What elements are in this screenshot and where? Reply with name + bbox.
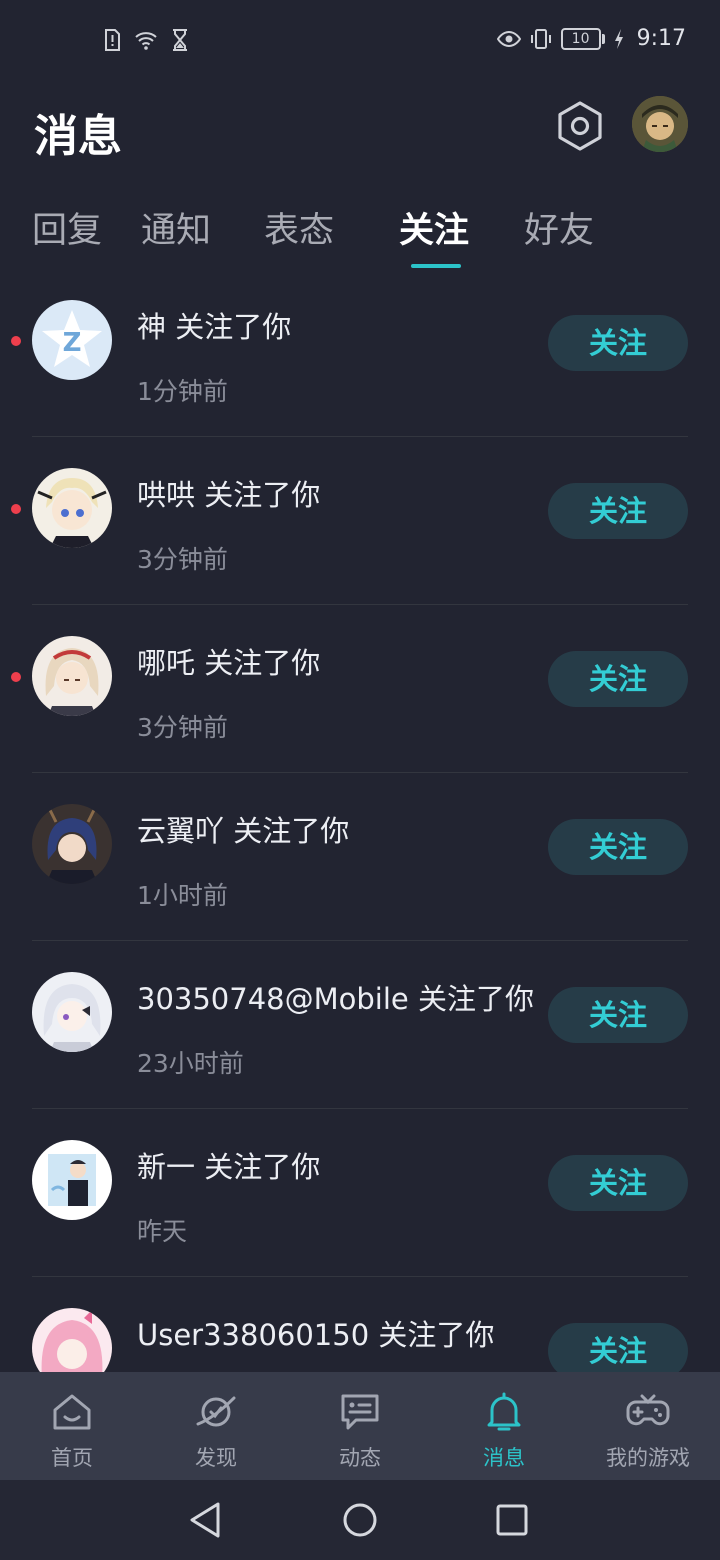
charging-icon (614, 28, 623, 49)
gamepad-icon (626, 1394, 670, 1426)
avatar[interactable] (32, 1308, 112, 1372)
nav-messages[interactable]: 消息 (432, 1372, 576, 1480)
list-item[interactable]: 哄哄 关注了你 3分钟前 关注 (0, 458, 720, 626)
notification-text: 神 关注了你 (137, 310, 292, 344)
clock: 9:17 (636, 26, 686, 51)
divider (32, 436, 688, 437)
notification-text: User338060150 关注了你 (137, 1318, 495, 1352)
alert-sim-icon (105, 29, 120, 51)
nav-my-games[interactable]: 我的游戏 (576, 1372, 720, 1480)
battery-icon: 10 (560, 27, 605, 50)
follow-button[interactable]: 关注 (548, 819, 688, 875)
list-item[interactable]: 哪吒 关注了你 3分钟前 关注 (0, 626, 720, 794)
list-item[interactable]: 云翼吖 关注了你 1小时前 关注 (0, 794, 720, 962)
home-circle-icon[interactable] (338, 1498, 382, 1542)
follow-button[interactable]: 关注 (548, 1155, 688, 1211)
screen: 10 9:17 消息 回复 通知 表态 关注 好友 Z 神 关注了你 1分钟前 … (0, 0, 720, 1560)
notification-text: 哄哄 关注了你 (137, 478, 321, 512)
nav-label: 首页 (51, 1446, 93, 1470)
list-item[interactable]: 新一 关注了你 昨天 关注 (0, 1130, 720, 1298)
home-icon (53, 1394, 91, 1430)
recents-icon[interactable] (490, 1498, 534, 1542)
unread-dot (11, 336, 21, 346)
active-tab-indicator (411, 264, 461, 268)
avatar (632, 96, 688, 152)
notification-text: 新一 关注了你 (137, 1150, 321, 1184)
chat-bubble-icon (341, 1394, 379, 1430)
avatar[interactable]: Z (32, 300, 112, 380)
notification-time: 3分钟前 (137, 545, 228, 574)
svg-text:Z: Z (63, 328, 82, 358)
notification-time: 1分钟前 (137, 377, 228, 406)
nav-label: 发现 (195, 1446, 237, 1470)
follow-button[interactable]: 关注 (548, 483, 688, 539)
divider (32, 940, 688, 941)
nav-label: 我的游戏 (606, 1446, 690, 1470)
hourglass-icon (173, 29, 187, 51)
tab-friends[interactable]: 好友 (524, 202, 594, 253)
header: 消息 (0, 84, 720, 174)
nav-feed[interactable]: 动态 (288, 1372, 432, 1480)
nav-label: 动态 (339, 1446, 381, 1470)
list-item[interactable]: 30350748@Mobile 关注了你 23小时前 关注 (0, 962, 720, 1130)
nav-discover[interactable]: 发现 (144, 1372, 288, 1480)
notification-text: 哪吒 关注了你 (137, 646, 321, 680)
unread-dot (11, 504, 21, 514)
avatar[interactable] (32, 468, 112, 548)
follow-button[interactable]: 关注 (548, 987, 688, 1043)
tab-reply[interactable]: 回复 (32, 202, 102, 253)
page-title: 消息 (34, 111, 122, 162)
tab-reaction[interactable]: 表态 (264, 202, 334, 253)
back-icon[interactable] (184, 1498, 228, 1542)
settings-button[interactable] (554, 100, 606, 152)
avatar[interactable] (32, 972, 112, 1052)
nav-home[interactable]: 首页 (0, 1372, 144, 1480)
tab-notice[interactable]: 通知 (141, 202, 211, 253)
avatar[interactable] (32, 636, 112, 716)
settings-hexagon-icon (558, 101, 602, 151)
bell-icon (487, 1392, 521, 1431)
unread-dot (11, 672, 21, 682)
follow-button[interactable]: 关注 (548, 651, 688, 707)
notification-text: 云翼吖 关注了你 (137, 814, 350, 848)
divider (32, 772, 688, 773)
notification-time: 1小时前 (137, 881, 228, 910)
divider (32, 604, 688, 605)
divider (32, 1276, 688, 1277)
notification-time: 昨天 (137, 1217, 188, 1246)
system-navigation-bar (0, 1480, 720, 1560)
battery-level: 10 (560, 27, 601, 50)
avatar[interactable] (32, 804, 112, 884)
planet-icon (196, 1396, 236, 1427)
status-right-icons: 10 9:17 (496, 26, 686, 51)
avatar[interactable] (32, 1140, 112, 1220)
nav-label: 消息 (483, 1446, 525, 1470)
tab-bar: 回复 通知 表态 关注 好友 (0, 196, 720, 276)
follow-button[interactable]: 关注 (548, 315, 688, 371)
notification-time: 3分钟前 (137, 713, 228, 742)
follow-notification-list[interactable]: Z 神 关注了你 1分钟前 关注 哄哄 关注了你 3分钟前 关注 哪吒 关注了你… (0, 290, 720, 1372)
divider (32, 1108, 688, 1109)
wifi-icon (135, 32, 157, 50)
status-left-icons (100, 28, 192, 52)
list-item[interactable]: User338060150 关注了你 关注 (0, 1298, 720, 1372)
vibrate-icon (530, 28, 551, 49)
user-avatar-button[interactable] (632, 96, 688, 152)
notification-text: 30350748@Mobile 关注了你 (137, 982, 534, 1016)
list-item[interactable]: Z 神 关注了你 1分钟前 关注 (0, 290, 720, 458)
status-bar: 10 9:17 (0, 0, 720, 84)
bottom-navigation: 首页 发现 动态 消息 我的游戏 (0, 1372, 720, 1480)
follow-button[interactable]: 关注 (548, 1323, 688, 1372)
eye-icon (496, 30, 521, 47)
tab-follow[interactable]: 关注 (399, 202, 469, 253)
notification-time: 23小时前 (137, 1049, 244, 1078)
